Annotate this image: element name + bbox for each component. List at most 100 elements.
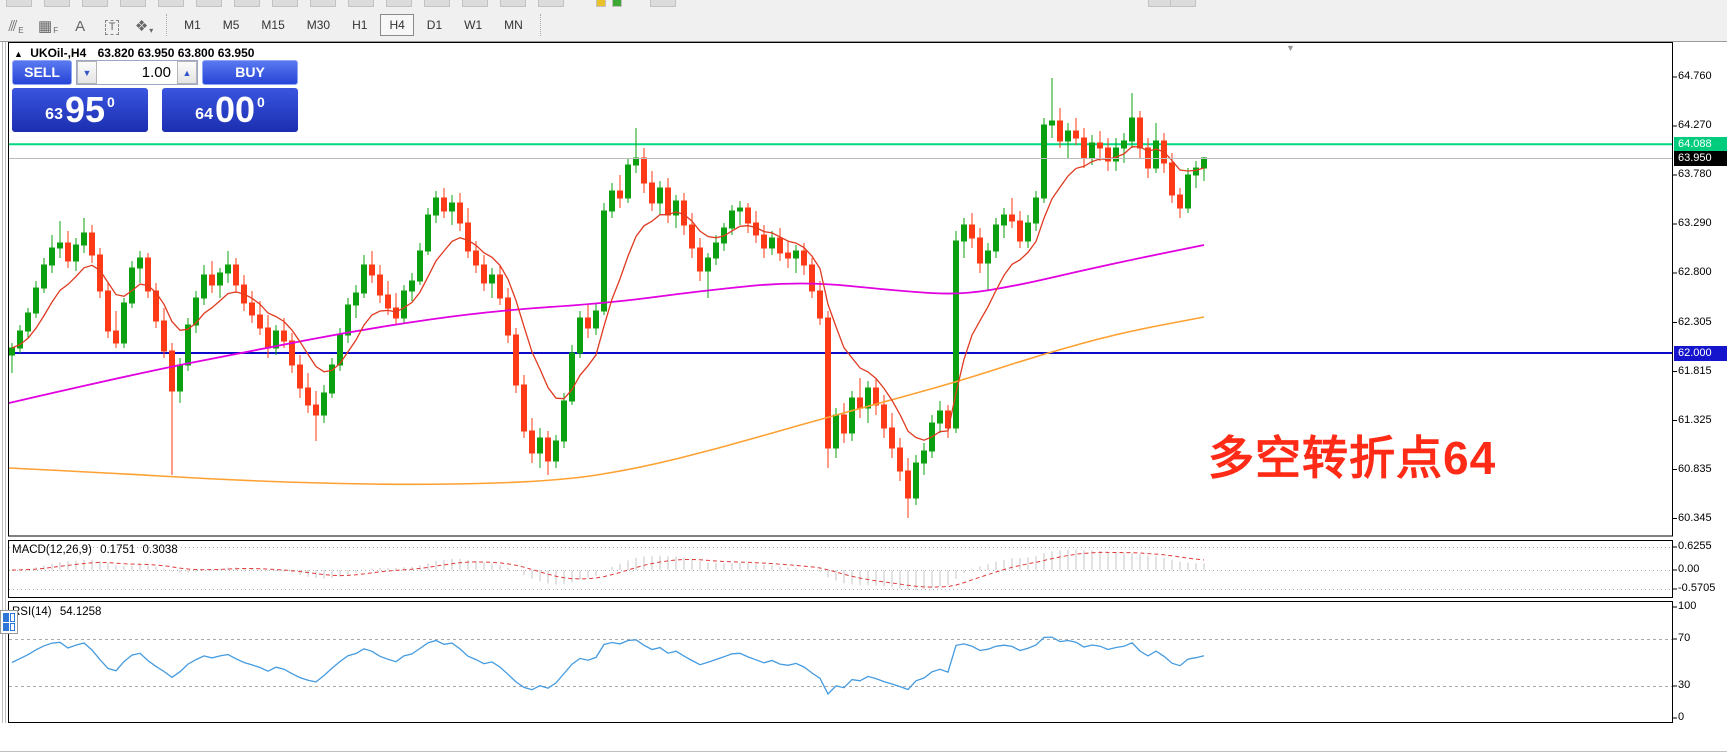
volume-input[interactable] [97,61,177,84]
candle-body [778,238,783,253]
macd-scale-label: 0.6255 [1678,540,1712,552]
candle-body [290,341,295,365]
candle-body [682,201,687,225]
collapse-arrow-icon[interactable]: ▲ [14,49,23,59]
candle-body [498,275,503,298]
price-axis-label: 62.800 [1678,266,1712,278]
candle-body [74,245,79,261]
one-click-trading-panel: SELL ▼ ▲ BUY 63 95 0 64 00 0 [12,60,300,132]
trading-platform-window: ⫻ E ▦ F A T ❖ ▾ M1M5M15M30H1H4D1W1MN [0,0,1727,754]
candle-body [1122,141,1127,148]
candle-body [746,208,751,223]
candle-body [1202,158,1207,168]
price-badge-63.950: 63.950 [1674,151,1727,166]
candle-body [1162,141,1167,163]
price-axis-label: 61.815 [1678,365,1712,377]
sell-price-small: 63 [45,106,63,124]
dock-panel-icon[interactable] [0,610,18,634]
volume-down-button[interactable]: ▼ [77,61,97,84]
volume-up-button[interactable]: ▲ [177,61,197,84]
candle-body [554,441,559,461]
candle-body [946,411,951,428]
ma-medium-line[interactable] [9,245,1204,403]
sell-price-display[interactable]: 63 95 0 [12,88,148,132]
candle-body [90,233,95,255]
candle-body [130,268,135,303]
panel-collapse-icon[interactable]: ▼ [1286,43,1295,53]
candle-body [706,258,711,271]
sell-button[interactable]: SELL [12,60,72,85]
candle-body [738,208,743,211]
candle-body [66,243,71,261]
candle-body [674,201,679,215]
candle-body [138,258,143,268]
candle-body [914,463,919,498]
candle-body [874,388,879,405]
price-axis-label: 62.305 [1678,316,1712,328]
candle-body [690,225,695,248]
candle-body [642,158,647,183]
time-axis[interactable]: 4 Nov 20196 Nov 21:008 Nov 21:0012 Nov 1… [0,723,1727,751]
candle-body [842,415,847,433]
candle-body [762,235,767,248]
candle-body [514,335,519,385]
candle-body [1178,195,1183,208]
candle-body [10,348,15,355]
candle-body [82,233,87,245]
candle-body [1154,141,1159,168]
price-axis-label: 64.760 [1678,70,1712,82]
sell-price-big: 95 [65,92,105,128]
candle-body [562,401,567,441]
sell-price-sup: 0 [107,94,115,110]
window-bottom-edge [0,751,1727,752]
candle-body [1066,131,1071,141]
candle-body [378,275,383,295]
candle-body [1010,215,1015,221]
macd-name: MACD(12,26,9) [12,544,92,556]
price-axis-label: 60.345 [1678,512,1712,524]
candle-body [986,251,991,263]
candle-body [962,225,967,241]
candle-body [34,288,39,313]
candle-body [834,415,839,448]
candle-body [906,471,911,498]
candle-body [394,308,399,318]
rsi-scale-label: 30 [1678,679,1690,691]
candle-body [522,385,527,431]
candle-body [1090,143,1095,158]
ma-slow-line[interactable] [9,317,1204,484]
candle-body [466,223,471,251]
price-axis-label: 64.270 [1678,119,1712,131]
candle-body [770,238,775,248]
candle-body [802,251,807,265]
candle-body [506,298,511,335]
rsi-scale-label: 0 [1678,711,1684,723]
candle-body [1050,121,1055,125]
macd-layer [9,548,1672,591]
candle-body [602,211,607,311]
candle-body [1002,215,1007,225]
candle-body [530,431,535,453]
candle-body [266,328,271,348]
candle-body [1042,125,1047,198]
candle-body [730,211,735,228]
candle-body [58,243,63,248]
candle-body [418,251,423,281]
ma-fast-line[interactable] [12,147,1204,441]
candle-body [658,188,663,203]
candle-body [154,291,159,321]
macd-main-value: 0.1751 [100,544,135,556]
rsi-layer [9,637,1672,694]
macd-signal-value: 0.3038 [142,544,177,556]
candle-body [306,388,311,405]
candle-body [322,393,327,415]
macd-signal-line [12,552,1204,587]
buy-button[interactable]: BUY [202,60,298,85]
candle-body [234,265,239,285]
candle-body [50,248,55,265]
buy-price-display[interactable]: 64 00 0 [162,88,298,132]
candle-body [170,351,175,391]
candle-body [162,321,167,351]
symbol-period-label: UKOil-,H4 [30,46,86,60]
window-edge-line-2 [5,42,6,751]
